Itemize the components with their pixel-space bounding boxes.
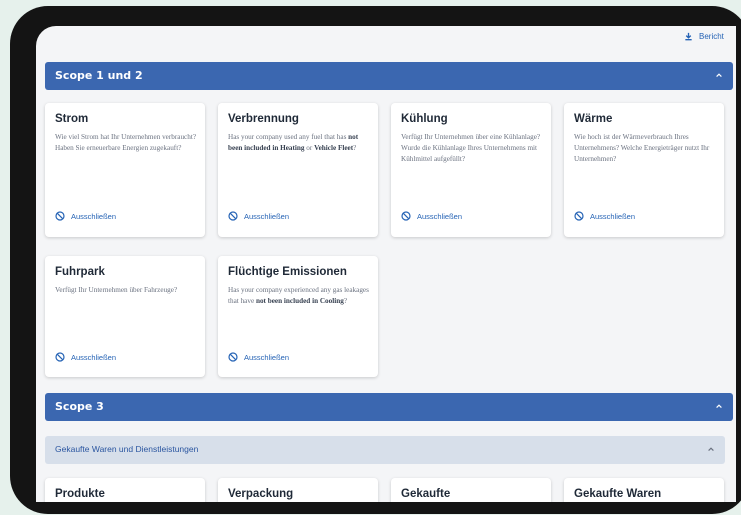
app-screen: Bericht Scope 1 und 2 Strom Wie viel Str… xyxy=(36,26,736,502)
card-fuhrpark[interactable]: Fuhrpark Verfügt Ihr Unternehmen über Fa… xyxy=(45,256,205,377)
card-verbrennung[interactable]: Verbrennung Has your company used any fu… xyxy=(218,103,378,237)
block-icon xyxy=(55,211,65,221)
section-title: Scope 3 xyxy=(55,400,104,413)
top-bar: Bericht xyxy=(36,26,736,50)
exclude-button[interactable]: Ausschließen xyxy=(228,352,289,362)
exclude-label: Ausschließen xyxy=(71,211,117,221)
subsection-purchased-goods[interactable]: Gekaufte Waren und Dienstleistungen xyxy=(45,436,725,464)
section-title: Scope 1 und 2 xyxy=(55,69,143,82)
block-icon xyxy=(401,211,411,221)
card-description: Verfügt Ihr Unternehmen über eine Kühlan… xyxy=(401,133,541,163)
exclude-label: Ausschließen xyxy=(71,352,117,362)
card-gekaufte-waren[interactable]: Gekaufte Waren xyxy=(564,478,724,502)
card-gekaufte[interactable]: Gekaufte xyxy=(391,478,551,502)
card-title: Verbrennung xyxy=(228,113,299,125)
card-title: Strom xyxy=(55,113,89,125)
tablet-notch xyxy=(176,6,248,18)
card-strom[interactable]: Strom Wie viel Strom hat Ihr Unternehmen… xyxy=(45,103,205,237)
card-description: Has your company experienced any gas lea… xyxy=(228,286,369,305)
card-title: Wärme xyxy=(574,113,613,125)
section-scope-1-2[interactable]: Scope 1 und 2 xyxy=(45,62,733,90)
exclude-label: Ausschließen xyxy=(244,211,290,221)
exclude-button[interactable]: Ausschließen xyxy=(55,352,116,362)
download-icon xyxy=(685,32,692,41)
tablet-frame: Bericht Scope 1 und 2 Strom Wie viel Str… xyxy=(10,6,741,514)
card-description: Wie viel Strom hat Ihr Unternehmen verbr… xyxy=(55,133,197,152)
report-button[interactable]: Bericht xyxy=(684,32,724,41)
chevron-up-icon[interactable] xyxy=(707,445,715,453)
block-icon xyxy=(55,352,65,362)
block-icon xyxy=(574,211,584,221)
card-title: Verpackung xyxy=(228,488,294,500)
report-label: Bericht xyxy=(699,32,724,41)
card-title: Produkte xyxy=(55,488,105,500)
exclude-button[interactable]: Ausschließen xyxy=(228,211,289,221)
exclude-button[interactable]: Ausschließen xyxy=(574,211,635,221)
card-kuehlung[interactable]: Kühlung Verfügt Ihr Unternehmen über ein… xyxy=(391,103,551,237)
card-title: Fuhrpark xyxy=(55,266,105,278)
card-description: Has your company used any fuel that has … xyxy=(228,133,359,152)
card-fluechtige-emissionen[interactable]: Flüchtige Emissionen Has your company ex… xyxy=(218,256,378,377)
card-title: Flüchtige Emissionen xyxy=(228,266,347,278)
exclude-button[interactable]: Ausschließen xyxy=(55,211,116,221)
card-verpackung[interactable]: Verpackung xyxy=(218,478,378,502)
chevron-up-icon[interactable] xyxy=(715,402,723,410)
exclude-label: Ausschließen xyxy=(244,352,290,362)
block-icon xyxy=(228,211,238,221)
card-description: Verfügt Ihr Unternehmen über Fahrzeuge? xyxy=(55,286,178,294)
block-icon xyxy=(228,352,238,362)
card-title: Gekaufte xyxy=(401,488,451,500)
exclude-label: Ausschließen xyxy=(417,211,463,221)
section-scope-3[interactable]: Scope 3 xyxy=(45,393,733,421)
card-title: Gekaufte Waren xyxy=(574,488,662,500)
card-produkte[interactable]: Produkte xyxy=(45,478,205,502)
card-description: Wie hoch ist der Wärmeverbrauch Ihres Un… xyxy=(574,133,710,163)
exclude-label: Ausschließen xyxy=(590,211,636,221)
card-waerme[interactable]: Wärme Wie hoch ist der Wärmeverbrauch Ih… xyxy=(564,103,724,237)
chevron-up-icon[interactable] xyxy=(715,71,723,79)
card-title: Kühlung xyxy=(401,113,448,125)
subsection-title: Gekaufte Waren und Dienstleistungen xyxy=(55,444,199,454)
exclude-button[interactable]: Ausschließen xyxy=(401,211,462,221)
